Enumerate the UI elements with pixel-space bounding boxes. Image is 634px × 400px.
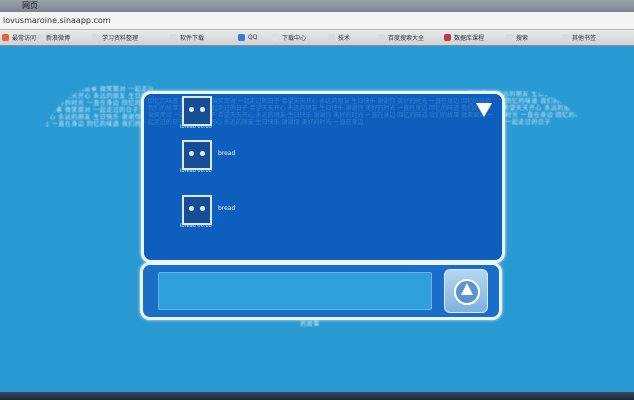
bookmark-item[interactable]: 新浪微博 <box>36 32 70 43</box>
composer-panel <box>140 262 502 320</box>
message-text: bread <box>218 205 236 212</box>
bookmark-item[interactable]: 下载中心 <box>272 32 306 43</box>
bookmark-favicon-icon <box>444 34 451 41</box>
bookmark-item[interactable]: 搜索 <box>506 32 528 43</box>
bookmark-favicon-icon <box>238 34 245 41</box>
bookmark-item[interactable]: QQ <box>238 32 257 43</box>
bookmark-item[interactable]: 数据库课程 <box>444 32 484 43</box>
avatar <box>182 140 212 170</box>
bookmark-label: 学习资料整理 <box>102 35 139 42</box>
message-item: ibread 00:00 bread <box>180 195 300 239</box>
avatar <box>182 195 212 225</box>
bookmark-favicon-icon <box>36 34 43 41</box>
bottom-tail-text-art: 美好的时光 一直在身边 回忆的味道 我们的故事 <box>251 314 368 328</box>
bookmark-favicon-icon <box>562 34 569 41</box>
bookmark-label: 软件下载 <box>180 35 205 42</box>
bookmark-favicon-icon <box>506 34 513 41</box>
window-title: 网页 <box>22 1 38 10</box>
message-input[interactable] <box>158 272 432 310</box>
bookmark-label: QQ <box>248 34 258 41</box>
send-button[interactable] <box>444 269 488 313</box>
page-content: 回忆的味道 我们的故事 微笑面对 一起走过的日子 希望天天开心 永远的朋友 生日… <box>0 46 634 400</box>
bookmark-label: 下载中心 <box>282 35 307 42</box>
bookmark-favicon-icon <box>378 34 385 41</box>
bookmark-item[interactable]: 软件下载 <box>170 32 204 43</box>
message-author: ibread 00:00 <box>180 168 212 174</box>
browser-titlebar: 网页 <box>0 0 634 12</box>
message-board: 回忆的味道 我们的故事 微笑面对 一起走过的日子 希望天天开心 永远的朋友 生日… <box>141 91 505 263</box>
message-item: ibread 00:00 bread <box>180 140 300 184</box>
message-author: ibread 00:00 <box>180 223 212 229</box>
bookmark-label: 技术 <box>338 35 351 42</box>
message-item: ibread 00:00 <box>180 96 300 140</box>
bookmark-favicon-icon <box>272 34 279 41</box>
bookmark-label: 搜索 <box>516 35 529 42</box>
bookmark-item[interactable]: 最常访问 <box>2 32 36 43</box>
bookmark-favicon-icon <box>2 34 9 41</box>
bookmark-favicon-icon <box>170 34 177 41</box>
bookmarks-bar: 最常访问 新浪微博 学习资料整理 软件下载 QQ 下载中心 技术 百度搜索大全 数据库课程 搜索 其… <box>0 30 634 46</box>
os-taskbar <box>0 392 634 400</box>
bookmark-item[interactable]: 百度搜索大全 <box>378 32 424 43</box>
address-bar[interactable]: lovusmaroine.sinaapp.com <box>0 12 634 30</box>
bookmark-item[interactable]: 技术 <box>328 32 350 43</box>
bookmark-item[interactable]: 其他书签 <box>562 32 596 43</box>
collapse-triangle-icon[interactable] <box>476 103 492 117</box>
bookmark-favicon-icon <box>328 34 335 41</box>
bookmark-item[interactable]: 学习资料整理 <box>92 32 138 43</box>
bookmark-label: 其他书签 <box>572 35 597 42</box>
bookmark-label: 数据库课程 <box>454 35 485 42</box>
bookmark-label: 百度搜索大全 <box>388 35 425 42</box>
avatar <box>182 96 212 126</box>
bookmark-label: 新浪微博 <box>46 35 71 42</box>
bookmark-label: 最常访问 <box>12 35 37 42</box>
message-author: ibread 00:00 <box>180 124 212 130</box>
url-text[interactable]: lovusmaroine.sinaapp.com <box>3 12 111 29</box>
message-text: bread <box>218 150 236 157</box>
up-arrow-icon <box>461 283 473 295</box>
bookmark-favicon-icon <box>92 34 99 41</box>
